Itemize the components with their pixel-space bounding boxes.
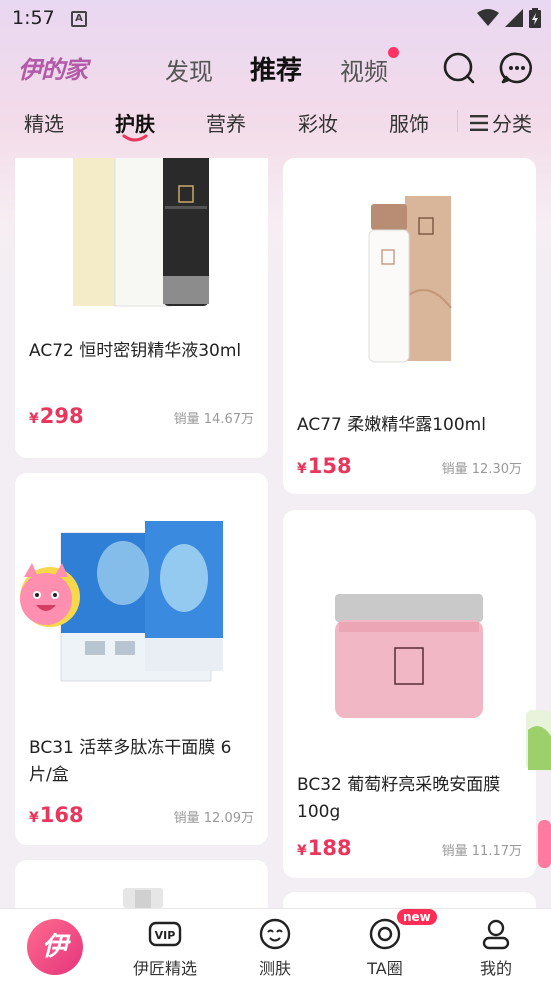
new-badge: new [397,909,437,925]
category-menu-button[interactable]: 分类 [470,108,532,137]
product-sales: 销量 12.09万 [173,811,254,826]
category-makeup[interactable]: 彩妆 [298,108,338,137]
nav-label: 测肤 [258,959,291,978]
product-card[interactable] [15,860,268,908]
battery-icon [529,8,541,28]
app-logo[interactable]: 伊的家 [18,50,88,85]
product-feed[interactable]: AC72 恒时密钥精华液30ml ¥298 销量 14.67万 AC77 柔嫩精… [0,158,551,908]
product-card[interactable]: AC72 恒时密钥精华液30ml ¥298 销量 14.67万 [15,158,268,458]
product-price-row: ¥158 销量 12.30万 [297,454,522,478]
serum-box-image [73,158,209,307]
product-card[interactable]: BC32 葡萄籽亮采晚安面膜100g ¥188 销量 11.17万 [283,510,536,878]
side-promo-banner[interactable] [520,700,551,870]
tab-recommend[interactable]: 推荐 [250,50,302,87]
signal-icon [505,9,523,27]
product-price: ¥158 [297,454,352,478]
product-image [283,158,536,388]
product-price: ¥298 [29,404,84,428]
product-price-row: ¥298 销量 14.67万 [29,404,254,428]
category-skincare[interactable]: 护肤 [115,108,155,137]
nav-item-selection[interactable]: VIP 伊匠精选 [110,909,220,981]
video-badge-dot [388,47,399,58]
notification-icon: A [71,11,87,27]
tab-discover[interactable]: 发现 [165,52,213,87]
search-icon[interactable] [441,50,477,86]
category-tabs: 精选 护肤 营养 彩妆 服饰 分类 [0,100,551,148]
status-time: 1:57 [12,7,55,29]
product-price: ¥168 [29,803,84,827]
product-price-row: ¥168 销量 12.09万 [29,803,254,827]
wifi-icon [477,9,499,26]
menu-icon [470,114,488,131]
category-apparel[interactable]: 服饰 [389,108,429,137]
status-icons [477,8,541,28]
product-card[interactable]: BC31 活萃多肽冻干面膜 6片/盒 ¥168 销量 12.09万 [15,473,268,845]
product-card[interactable]: AC77 柔嫩精华露100ml ¥158 销量 12.30万 [283,158,536,494]
product-sales: 销量 12.30万 [441,462,522,477]
top-navigation: 伊的家 发现 推荐 视频 [0,40,551,96]
smile-face-icon [259,918,291,950]
product-image [123,888,163,908]
product-price: ¥188 [297,836,352,860]
product-image [283,510,536,760]
product-price-row: ¥188 销量 11.17万 [297,836,522,860]
active-tab-underline [122,134,148,142]
category-featured[interactable]: 精选 [24,108,64,137]
svg-text:VIP: VIP [155,929,176,942]
product-sales: 销量 14.67万 [173,412,254,427]
product-title: AC77 柔嫩精华露100ml [297,415,486,435]
status-bar: 1:57 A [0,0,551,38]
category-divider [457,110,458,132]
product-card[interactable] [283,892,536,908]
vip-icon: VIP [148,921,182,947]
product-image [15,158,268,316]
ta-circle-icon [369,918,401,950]
bottom-navigation: 伊 VIP 伊匠精选 测肤 TA圈 new 我的 [0,908,551,981]
product-title: BC31 活萃多肽冻干面膜 6片/盒 [29,738,232,785]
product-sales: 销量 11.17万 [441,844,522,859]
nav-label: 伊匠精选 [132,959,197,978]
night-mask-jar-image [335,594,483,718]
category-nutrition[interactable]: 营养 [206,108,246,137]
tab-video[interactable]: 视频 [340,52,388,87]
nav-label: TA圈 [367,959,403,978]
nav-item-skin-test[interactable]: 测肤 [220,909,330,981]
message-icon[interactable] [499,50,535,86]
nav-label: 我的 [479,959,512,978]
mascot-floating-button[interactable] [6,555,86,635]
category-menu-label: 分类 [492,112,532,136]
essence-bottle-image [368,196,452,363]
profile-icon [482,919,510,950]
nav-item-profile[interactable]: 我的 [441,909,551,981]
home-button[interactable]: 伊 [27,919,83,975]
product-title: AC72 恒时密钥精华液30ml [29,341,242,361]
product-title: BC32 葡萄籽亮采晚安面膜100g [297,775,501,822]
